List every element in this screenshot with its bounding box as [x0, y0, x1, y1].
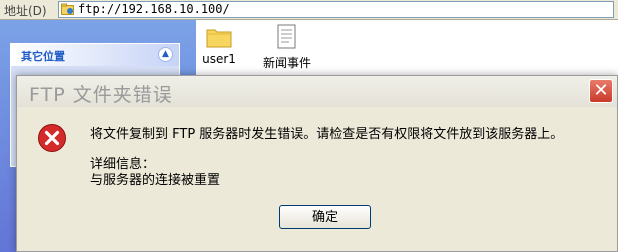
file-item-user1[interactable]: user1: [184, 26, 254, 66]
dialog-title: FTP 文件夹错误: [29, 84, 173, 106]
dialog-titlebar[interactable]: FTP 文件夹错误 ✕: [17, 76, 617, 107]
file-name: 新闻事件: [262, 56, 311, 70]
ok-button[interactable]: 确定: [279, 205, 371, 229]
ftp-folder-icon: [61, 3, 74, 15]
file-item-news[interactable]: 新闻事件: [252, 24, 322, 71]
details-text: 与服务器的连接被重置: [90, 173, 221, 188]
collapse-chevron-icon[interactable]: ▲: [158, 47, 173, 62]
file-name: user1: [202, 52, 236, 66]
other-places-header[interactable]: 其它位置 ▲: [11, 44, 179, 66]
ftp-error-dialog: FTP 文件夹错误 ✕ 将文件复制到 FTP 服务器时发生错误。请检查是否有权限…: [16, 75, 618, 252]
other-places-title: 其它位置: [21, 50, 65, 63]
address-bar: 地址(D) ftp://192.168.10.100/: [0, 0, 618, 20]
error-icon: [38, 124, 66, 152]
address-value: ftp://192.168.10.100/: [78, 2, 230, 16]
document-icon: [277, 24, 296, 49]
address-input[interactable]: ftp://192.168.10.100/: [58, 1, 614, 18]
folder-icon: [206, 29, 232, 48]
address-label: 地址(D): [4, 4, 47, 18]
error-message: 将文件复制到 FTP 服务器时发生错误。请检查是否有权限将文件放到该服务器上。: [90, 127, 564, 142]
close-icon[interactable]: ✕: [589, 79, 613, 103]
